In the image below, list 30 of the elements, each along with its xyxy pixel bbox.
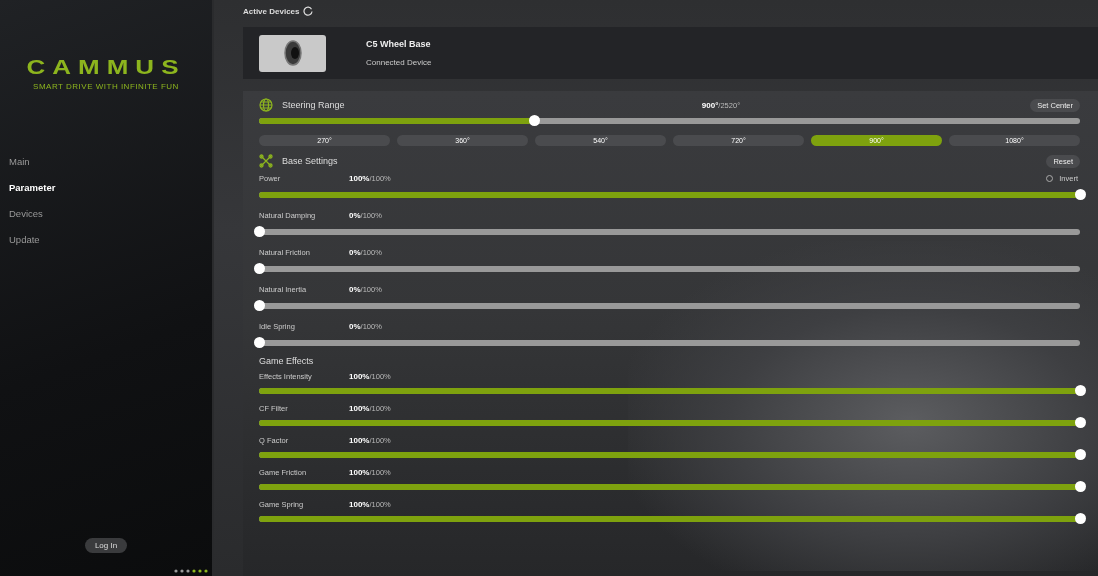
slider-thumb[interactable] bbox=[253, 337, 265, 348]
slider-thumb[interactable] bbox=[1074, 513, 1086, 524]
slider-thumb[interactable] bbox=[253, 226, 265, 237]
section-title: Steering Range bbox=[282, 100, 345, 110]
nav-item[interactable]: Parameter bbox=[9, 181, 212, 195]
section-title: Active Devices bbox=[243, 6, 300, 16]
slider-thumb[interactable] bbox=[1074, 417, 1086, 428]
device-name: C5 Wheel Base bbox=[366, 39, 432, 49]
slider-thumb[interactable] bbox=[1074, 189, 1086, 200]
slider-thumb[interactable] bbox=[1074, 481, 1086, 492]
nav-item[interactable]: Devices bbox=[9, 207, 212, 221]
loading-dots-icon bbox=[174, 569, 208, 573]
tools-icon bbox=[259, 154, 273, 168]
section-title: Base Settings bbox=[282, 156, 338, 166]
slider-thumb[interactable] bbox=[1074, 449, 1086, 460]
login-button[interactable]: Log In bbox=[84, 538, 128, 553]
logo-tagline: SMART DRIVE WITH INFINITE FUN bbox=[33, 82, 179, 91]
device-status: Connected Device bbox=[366, 58, 432, 67]
nav-item[interactable]: Main bbox=[9, 155, 212, 169]
device-card[interactable]: C5 Wheel Base Connected Device bbox=[243, 27, 1098, 79]
globe-icon bbox=[259, 98, 273, 112]
slider-thumb[interactable] bbox=[1074, 385, 1086, 396]
slider-thumb[interactable] bbox=[253, 300, 265, 311]
logo-text: CAMMUS bbox=[26, 56, 186, 78]
slider-thumb[interactable] bbox=[528, 115, 540, 126]
section-title: Game Effects bbox=[259, 356, 315, 366]
wheel-base-icon bbox=[281, 38, 304, 68]
nav-item[interactable]: Update bbox=[9, 233, 212, 247]
slider-thumb[interactable] bbox=[253, 263, 265, 274]
refresh-icon[interactable] bbox=[303, 6, 314, 16]
